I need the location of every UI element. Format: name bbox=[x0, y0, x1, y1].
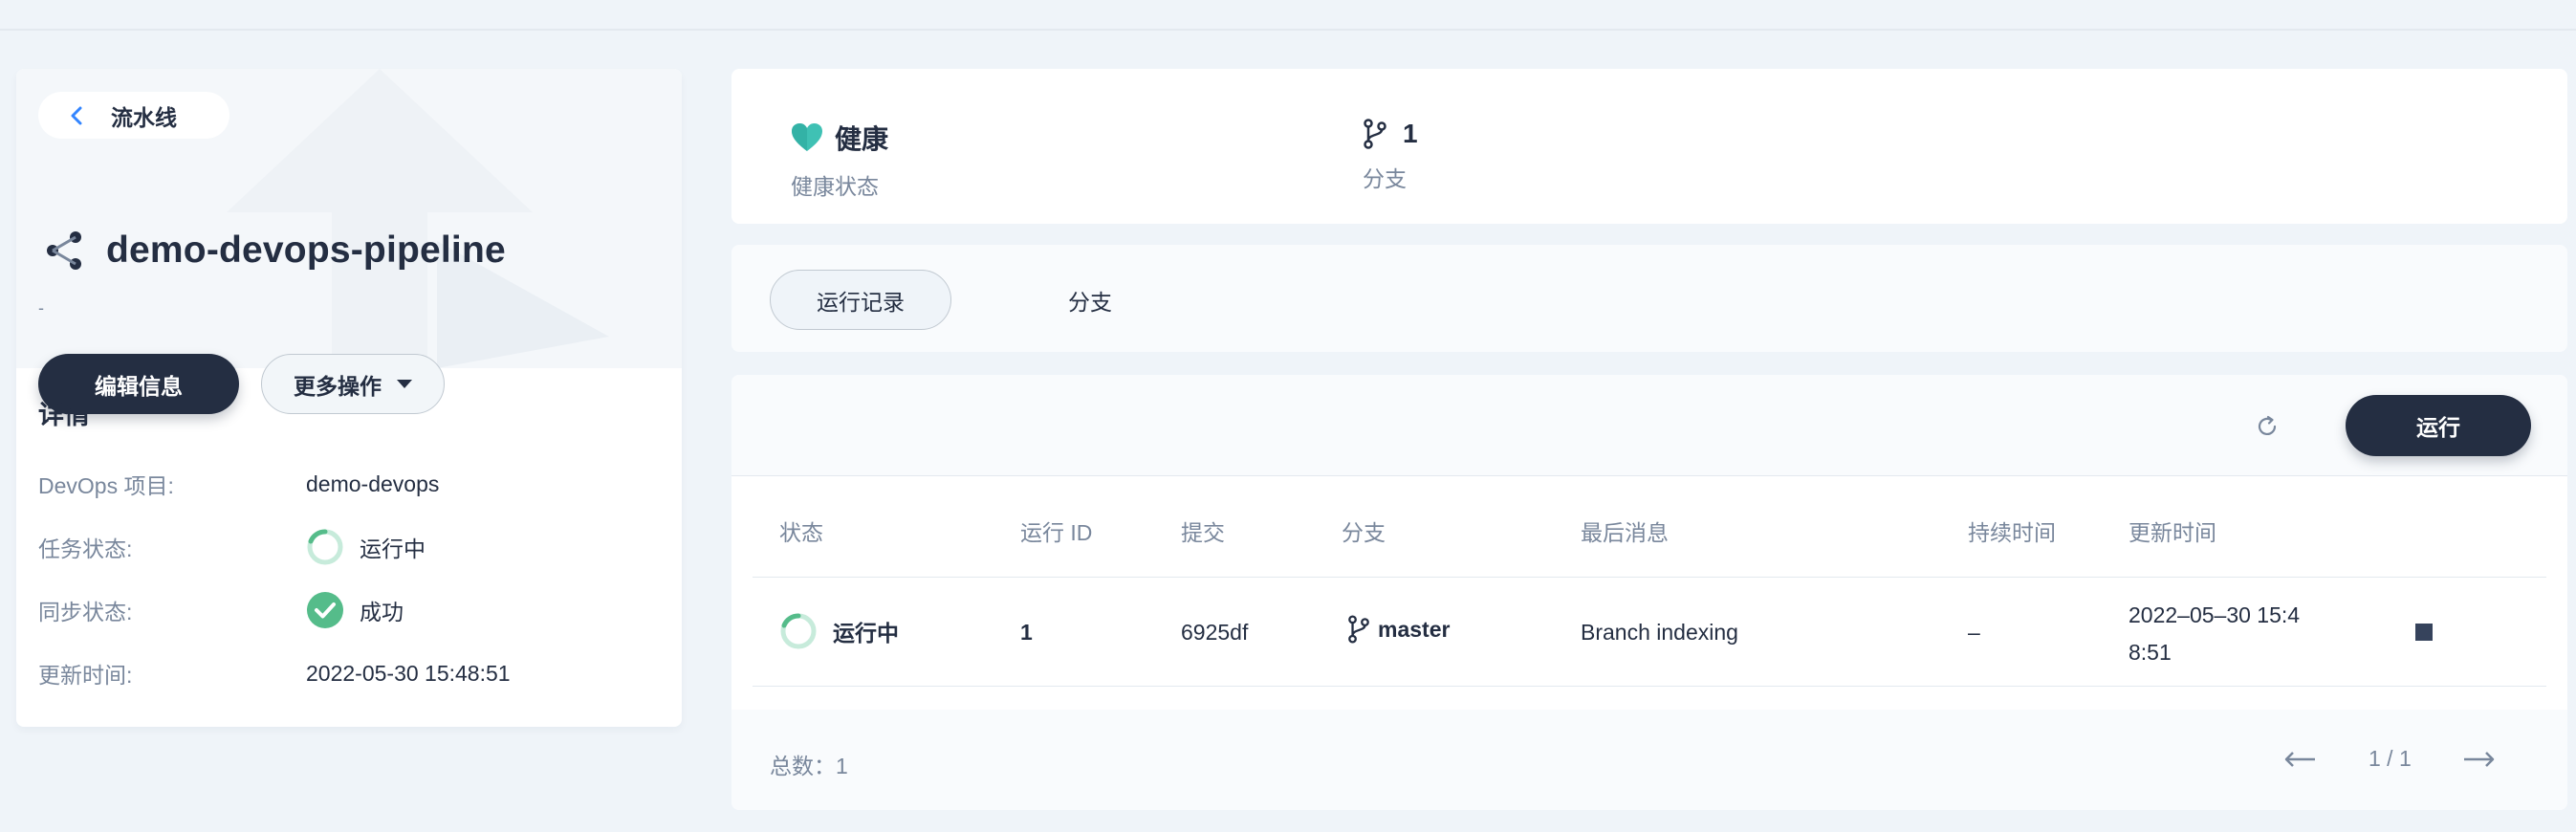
column-header-last-message: 最后消息 bbox=[1581, 520, 1669, 545]
health-label: 健康状态 bbox=[791, 174, 879, 199]
detail-row-updated-time: 更新时间: 2022-05-30 15:48:51 bbox=[38, 654, 660, 692]
tabs-bar: 运行记录 分支 bbox=[731, 245, 2567, 352]
tab-branches[interactable]: 分支 bbox=[1018, 270, 1162, 330]
health-stat: 健康 健康状态 bbox=[791, 119, 888, 201]
pipeline-icon bbox=[47, 231, 81, 270]
branch-count-label: 分支 bbox=[1363, 166, 1407, 191]
pipeline-name: demo-devops-pipeline bbox=[106, 230, 506, 271]
column-header-updated-time: 更新时间 bbox=[2128, 520, 2216, 545]
success-check-icon bbox=[307, 592, 343, 628]
run-button[interactable]: 运行 bbox=[2346, 395, 2531, 456]
branch-icon bbox=[1348, 615, 1369, 644]
branch-name: master bbox=[1378, 616, 1451, 642]
detail-key: DevOps 项目: bbox=[38, 473, 174, 498]
detail-key: 任务状态: bbox=[38, 536, 133, 561]
total-count: 总数：1 bbox=[770, 754, 848, 778]
pipeline-header: 流水线 demo-devops-pipeline - bbox=[16, 69, 682, 368]
detail-value: 成功 bbox=[360, 600, 404, 624]
detail-key: 更新时间: bbox=[38, 663, 133, 688]
table-row[interactable]: 运行中 1 6925df master Branch indexing – 20… bbox=[753, 578, 2546, 687]
updated-time-line1: 2022–05–30 15:4 bbox=[2128, 602, 2301, 627]
branch-count-stat: 1 分支 bbox=[1363, 119, 1418, 193]
arrow-right-icon[interactable] bbox=[2462, 748, 2497, 771]
branch-count-value: 1 bbox=[1403, 119, 1418, 148]
detail-value-wrap: 运行中 bbox=[306, 528, 426, 566]
cell-branch: master bbox=[1347, 614, 1450, 645]
health-stat-top: 健康 bbox=[791, 119, 888, 157]
status-text: 运行中 bbox=[833, 621, 899, 646]
tab-run-records[interactable]: 运行记录 bbox=[770, 270, 951, 330]
detail-row-project: DevOps 项目: demo-devops bbox=[38, 465, 660, 503]
pipeline-title-row: demo-devops-pipeline bbox=[45, 230, 506, 272]
column-header-branch: 分支 bbox=[1342, 520, 1386, 545]
heart-icon bbox=[792, 123, 822, 151]
detail-value: 运行中 bbox=[360, 536, 426, 561]
updated-time-line2: 8:51 bbox=[2128, 640, 2172, 665]
pipeline-description: - bbox=[38, 298, 44, 317]
branch-icon bbox=[1364, 119, 1386, 149]
branch-stat-top: 1 bbox=[1363, 119, 1418, 149]
health-value: 健康 bbox=[835, 124, 889, 154]
refresh-icon[interactable] bbox=[2254, 413, 2281, 440]
run-records-card: 运行 状态 运行 ID 提交 分支 最后消息 持续时间 更新时间 运行中 1 6… bbox=[731, 375, 2567, 810]
more-actions-label: 更多操作 bbox=[294, 373, 382, 399]
details-heading: 详情 bbox=[38, 401, 90, 429]
more-actions-button[interactable]: 更多操作 bbox=[261, 354, 445, 414]
cell-duration: – bbox=[1968, 620, 1980, 645]
pipeline-stats-card: 健康 健康状态 1 分支 bbox=[731, 69, 2567, 224]
column-header-commit: 提交 bbox=[1181, 520, 1225, 545]
detail-value: demo-devops bbox=[306, 471, 440, 496]
detail-row-task-status: 任务状态: 运行中 bbox=[38, 528, 660, 566]
detail-row-sync-status: 同步状态: 成功 bbox=[38, 591, 660, 629]
column-header-status: 状态 bbox=[779, 520, 823, 545]
arrow-left-icon[interactable] bbox=[2282, 748, 2317, 771]
chevron-left-icon bbox=[71, 106, 82, 124]
caret-down-icon bbox=[397, 380, 412, 388]
detail-key: 同步状态: bbox=[38, 600, 133, 624]
table-toolbar: 运行 bbox=[731, 375, 2567, 476]
running-status-icon bbox=[307, 529, 343, 565]
cell-updated-time: 2022–05–30 15:4 8:51 bbox=[2128, 597, 2300, 671]
cell-status: 运行中 bbox=[779, 612, 899, 650]
detail-value-wrap: 成功 bbox=[306, 591, 404, 629]
cell-commit: 6925df bbox=[1181, 620, 1249, 645]
pipeline-info-panel: 流水线 demo-devops-pipeline - 编辑信息 更多操作 详情 … bbox=[16, 69, 682, 727]
table-header: 状态 运行 ID 提交 分支 最后消息 持续时间 更新时间 bbox=[753, 476, 2546, 578]
column-header-run-id: 运行 ID bbox=[1020, 520, 1093, 545]
detail-value: 2022-05-30 15:48:51 bbox=[306, 660, 511, 686]
back-label: 流水线 bbox=[111, 104, 177, 130]
stop-icon[interactable] bbox=[2415, 624, 2433, 641]
cell-run-id[interactable]: 1 bbox=[1020, 620, 1033, 646]
pagination-text: 1 / 1 bbox=[2369, 746, 2412, 771]
top-divider bbox=[0, 29, 2576, 31]
running-status-icon bbox=[780, 613, 817, 649]
back-to-pipelines-button[interactable]: 流水线 bbox=[38, 92, 229, 139]
cell-last-message: Branch indexing bbox=[1581, 620, 1738, 645]
column-header-duration: 持续时间 bbox=[1968, 520, 2056, 545]
table-footer: 总数：1 1 / 1 bbox=[731, 710, 2567, 810]
